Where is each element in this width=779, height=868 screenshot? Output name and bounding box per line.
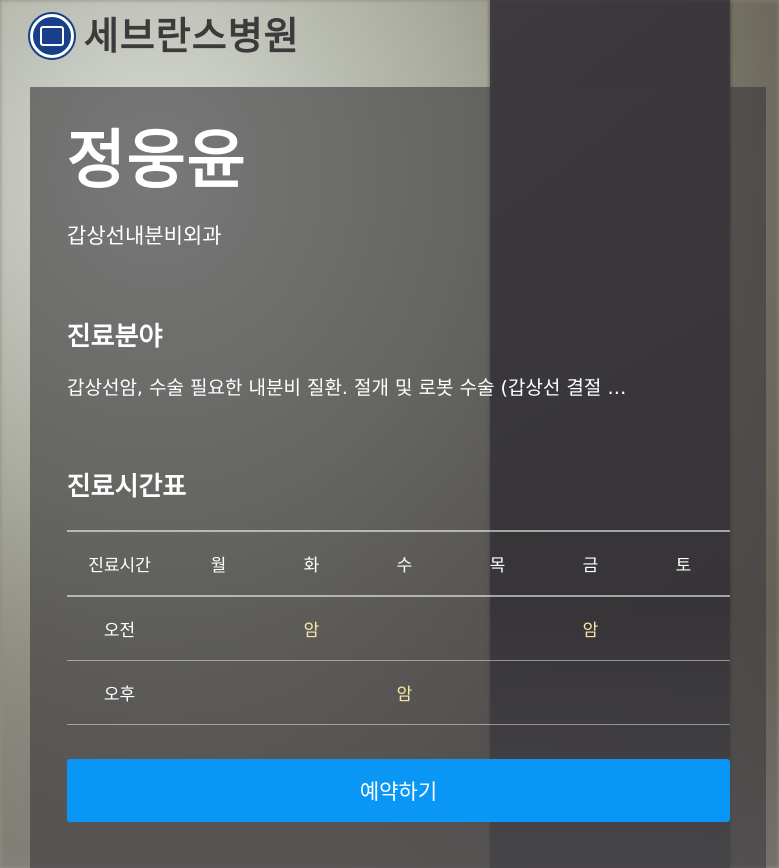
- page: 세브란스병원 정웅윤 갑상선내분비외과 진료분야 갑상선암, 수술 필요한 내분…: [0, 0, 779, 868]
- header-cell-tue: 화: [303, 556, 320, 576]
- hospital-logo[interactable]: 세브란스병원: [30, 12, 300, 60]
- header-cell-time: 진료시간: [88, 556, 151, 576]
- doctor-name: 정웅윤: [67, 124, 247, 198]
- specialty-text: 갑상선암, 수술 필요한 내분비 질환. 절개 및 로봇 수술 (갑상선 결절 …: [67, 377, 627, 399]
- specialty-title: 진료분야: [67, 322, 163, 352]
- schedule-title: 진료시간표: [67, 472, 187, 502]
- row-label: 오후: [103, 685, 136, 705]
- schedule-cell: 암: [303, 621, 320, 641]
- header-cell-thu: 목: [489, 556, 506, 576]
- schedule-cell: 암: [396, 685, 413, 705]
- reserve-button[interactable]: 예약하기: [67, 759, 730, 822]
- logo-text: 세브란스병원: [84, 14, 300, 58]
- row-label: 오전: [103, 621, 136, 641]
- department-name: 갑상선내분비외과: [67, 224, 222, 248]
- header-cell-wed: 수: [396, 556, 413, 576]
- doctor-panel: 정웅윤 갑상선내분비외과 진료분야 갑상선암, 수술 필요한 내분비 질환. 절…: [30, 87, 766, 868]
- schedule-header-row: 진료시간 월 화 수 목 금 토: [67, 530, 730, 597]
- schedule-cell: 암: [582, 621, 599, 641]
- schedule-row-morning: 오전 암 암: [67, 597, 730, 661]
- yonsei-emblem-icon: [30, 14, 74, 58]
- header-cell-sat: 토: [675, 556, 692, 576]
- header-cell-fri: 금: [582, 556, 599, 576]
- header-cell-mon: 월: [210, 556, 227, 576]
- schedule-row-afternoon: 오후 암: [67, 661, 730, 725]
- schedule-table: 진료시간 월 화 수 목 금 토 오전 암 암 오후 암: [67, 530, 730, 725]
